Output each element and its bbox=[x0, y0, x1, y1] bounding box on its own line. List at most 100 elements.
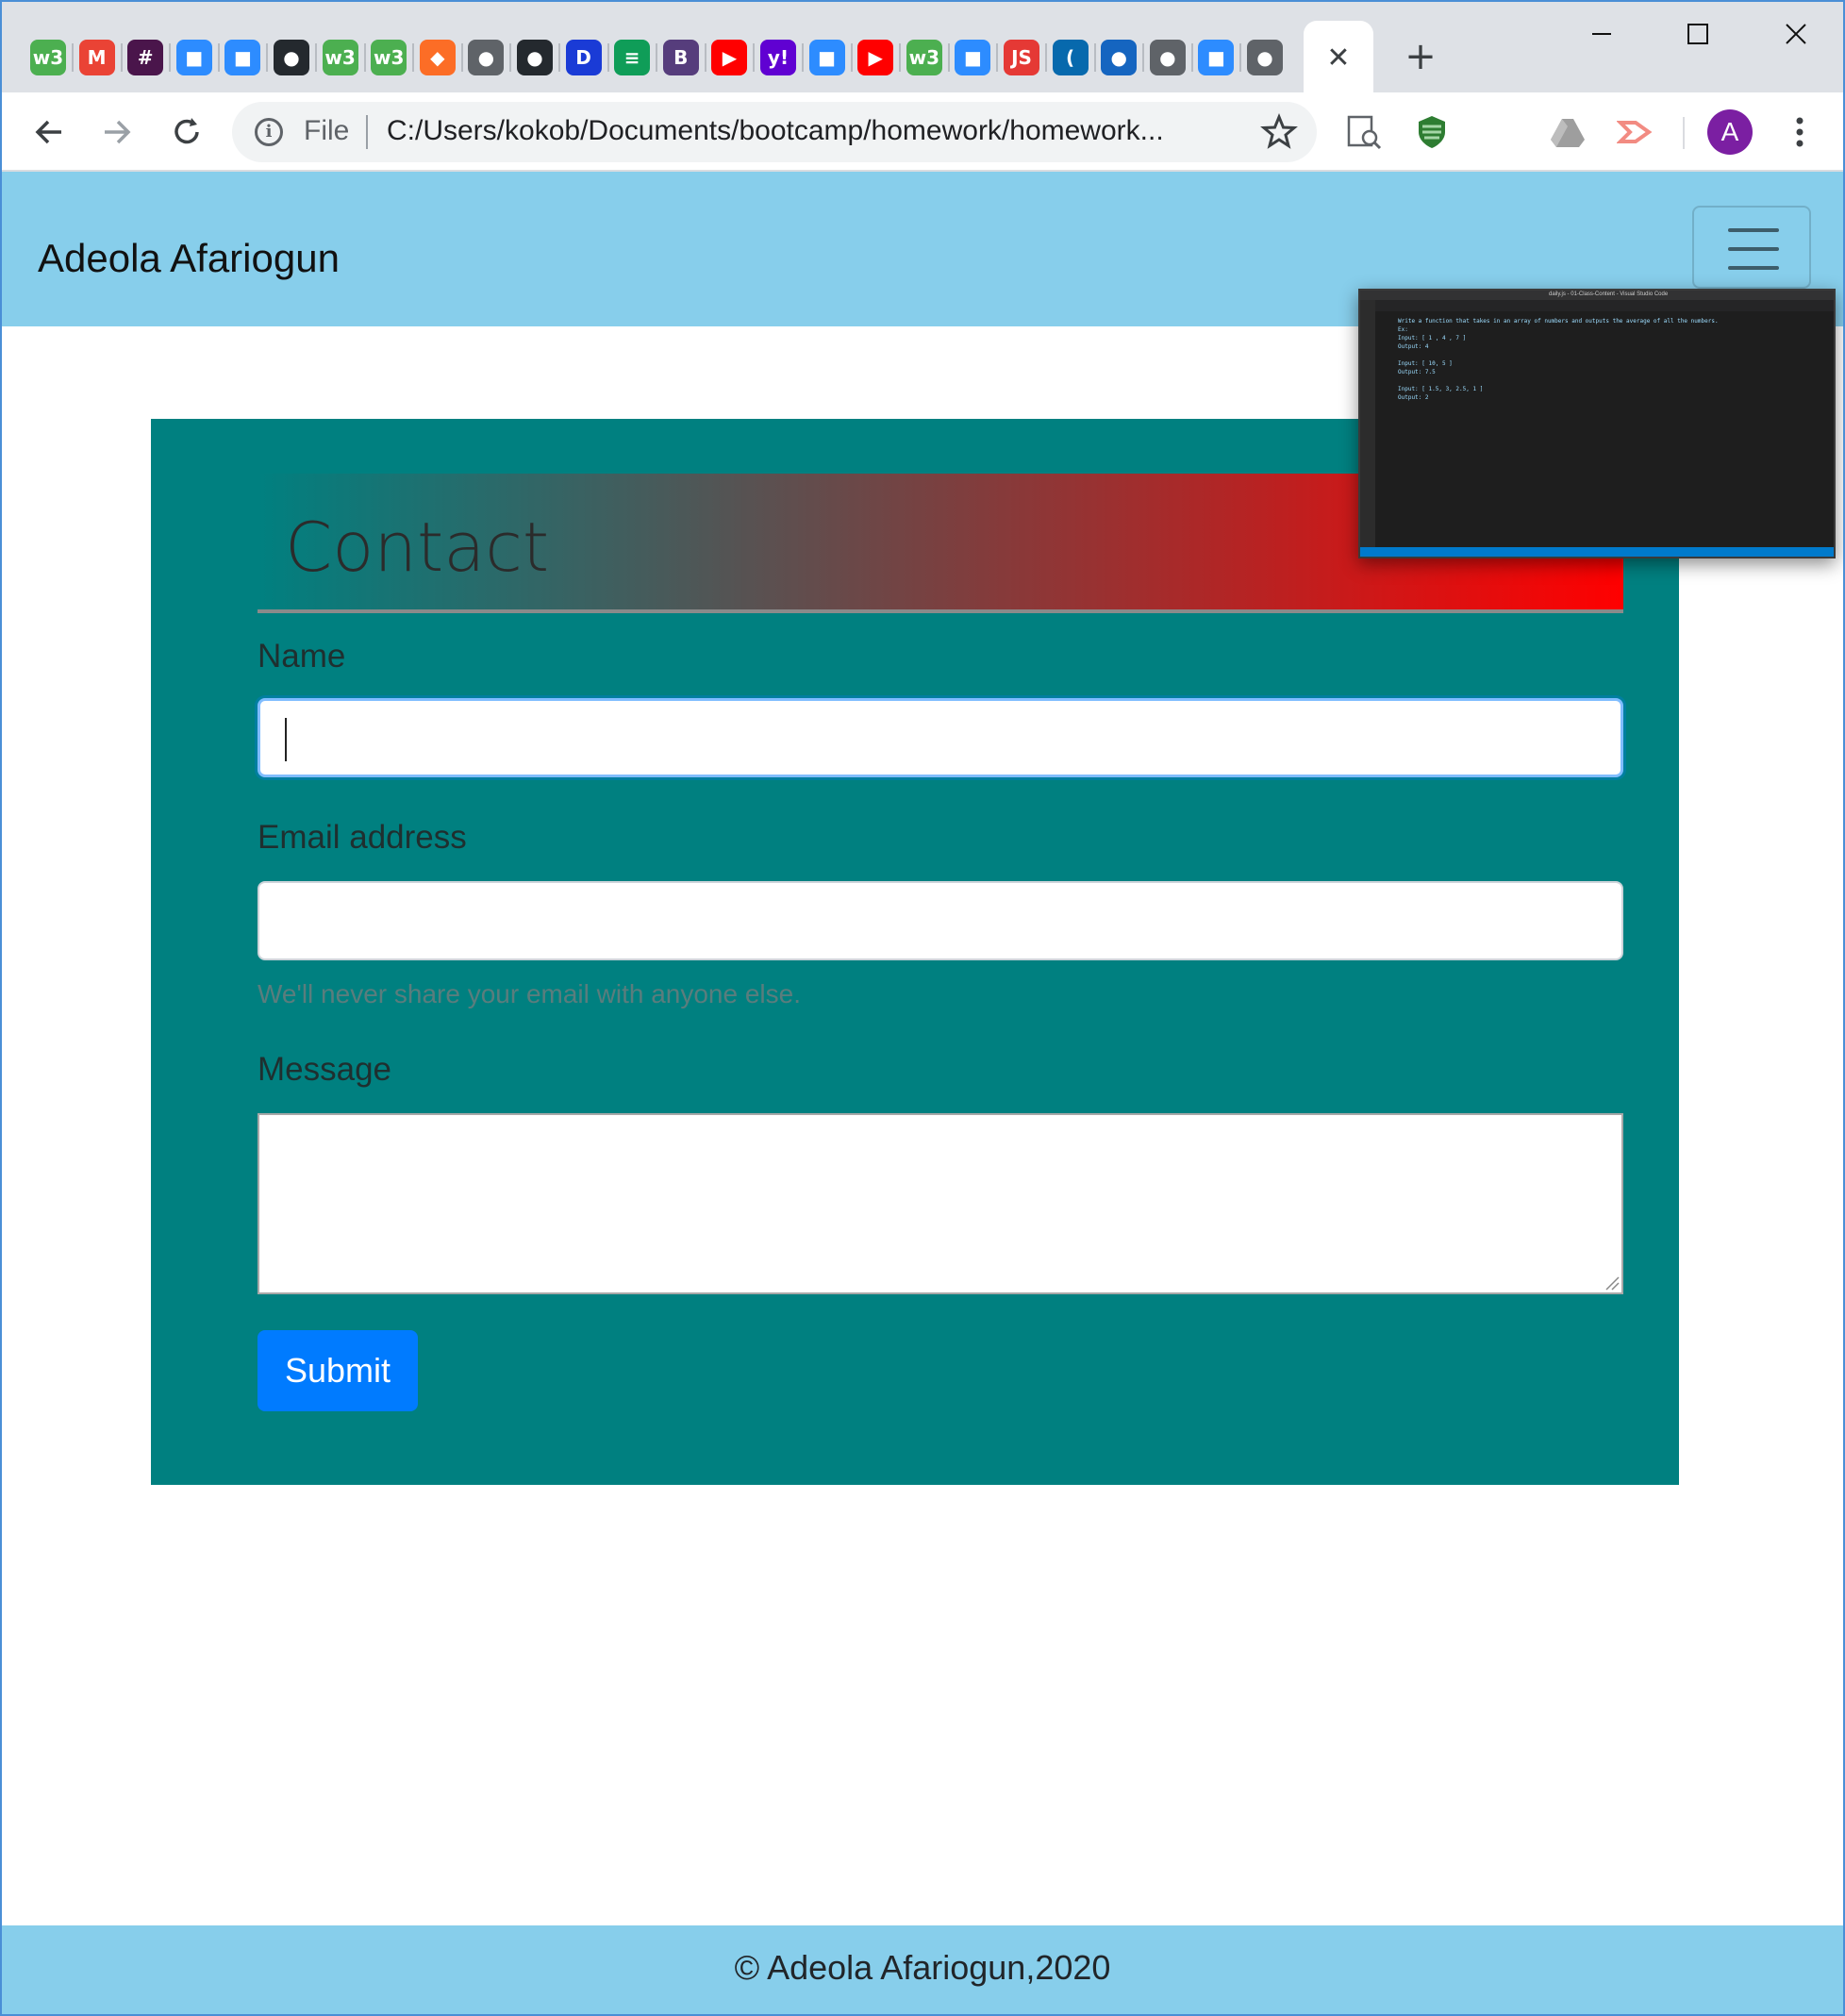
menu-button[interactable] bbox=[1777, 109, 1822, 155]
back-arrow-icon bbox=[35, 120, 61, 144]
disney-plus-icon[interactable]: D bbox=[565, 40, 602, 75]
tab-separator bbox=[72, 43, 74, 72]
email-input[interactable] bbox=[258, 881, 1623, 960]
youtube-icon[interactable]: ▶ bbox=[711, 40, 748, 75]
tab-separator bbox=[996, 43, 999, 72]
bootstrap-icon[interactable]: B bbox=[662, 40, 699, 75]
minimize-icon bbox=[1592, 33, 1611, 35]
back-button[interactable] bbox=[26, 109, 72, 155]
bookmark-star-icon[interactable] bbox=[1258, 111, 1300, 153]
preview-status-bar bbox=[1360, 547, 1834, 557]
globe-icon[interactable]: ● bbox=[1149, 40, 1186, 75]
github-icon[interactable]: ● bbox=[274, 40, 309, 75]
preview-title: daily.js - 01-Class-Content - Visual Stu… bbox=[1549, 292, 1669, 297]
email-help-text: We'll never share your email with anyone… bbox=[258, 979, 801, 1008]
tab-separator bbox=[947, 43, 950, 72]
name-input[interactable] bbox=[258, 698, 1623, 777]
tab-separator bbox=[802, 43, 804, 72]
message-textarea[interactable] bbox=[258, 1113, 1623, 1294]
zoom-icon[interactable]: ■ bbox=[1198, 40, 1235, 75]
gitlab-icon[interactable]: ◆ bbox=[419, 40, 456, 75]
cast-extension-button[interactable] bbox=[1613, 109, 1658, 155]
yahoo-icon[interactable]: y! bbox=[760, 40, 796, 75]
gmail-icon[interactable]: M bbox=[78, 40, 115, 75]
hamburger-line bbox=[1728, 247, 1779, 251]
profile-avatar[interactable]: A bbox=[1707, 109, 1753, 155]
tab-separator bbox=[217, 43, 220, 72]
footer-copyright: © Adeola Afariogun,2020 bbox=[734, 1948, 1111, 1987]
browser-toolbar: i File C:/Users/kokob/Documents/bootcamp… bbox=[2, 92, 1843, 172]
zoom-icon[interactable]: ■ bbox=[955, 40, 991, 75]
w3schools-icon[interactable]: w3 bbox=[322, 40, 358, 75]
contact-title: Contact bbox=[285, 508, 550, 587]
extension-shield-button[interactable] bbox=[1409, 109, 1454, 155]
search-tabs-button[interactable] bbox=[1341, 109, 1387, 155]
forward-arrow-icon bbox=[105, 120, 131, 144]
reload-button[interactable] bbox=[164, 109, 209, 155]
jquery-icon[interactable]: ( bbox=[1052, 40, 1089, 75]
tab-separator bbox=[509, 43, 512, 72]
w3schools-icon[interactable]: w3 bbox=[30, 40, 66, 75]
name-label: Name bbox=[258, 638, 346, 675]
tab-separator bbox=[1093, 43, 1096, 72]
tab-separator bbox=[850, 43, 853, 72]
tab-close-icon[interactable]: ✕ bbox=[1320, 40, 1357, 77]
close-window-button[interactable] bbox=[1768, 11, 1824, 58]
toolbar-divider bbox=[1683, 117, 1685, 149]
maximize-icon bbox=[1687, 24, 1708, 44]
new-tab-button[interactable]: + bbox=[1400, 36, 1441, 77]
github-icon[interactable]: ● bbox=[517, 40, 553, 75]
site-info-icon[interactable]: i bbox=[255, 118, 283, 146]
address-bar[interactable]: i File C:/Users/kokob/Documents/bootcamp… bbox=[232, 102, 1317, 162]
zoom-icon[interactable]: ■ bbox=[808, 40, 845, 75]
navbar-toggler-button[interactable] bbox=[1692, 206, 1811, 289]
hamburger-line bbox=[1728, 266, 1779, 270]
message-label: Message bbox=[258, 1051, 392, 1088]
navbar-brand[interactable]: Adeola Afariogun bbox=[38, 236, 340, 281]
tab-separator bbox=[899, 43, 902, 72]
zoom-icon[interactable]: ■ bbox=[224, 40, 261, 75]
tab-separator bbox=[412, 43, 415, 72]
header-divider bbox=[258, 609, 1623, 613]
tab-separator bbox=[1239, 43, 1242, 72]
text-caret bbox=[285, 718, 287, 761]
search-page-icon bbox=[1347, 115, 1382, 150]
tab-separator bbox=[656, 43, 658, 72]
preview-titlebar: daily.js - 01-Class-Content - Visual Stu… bbox=[1360, 291, 1834, 300]
url-text[interactable]: C:/Users/kokob/Documents/bootcamp/homewo… bbox=[387, 115, 1179, 147]
preview-activity-bar bbox=[1360, 300, 1375, 551]
scheme-label: File bbox=[304, 115, 350, 146]
submit-button[interactable]: Submit bbox=[258, 1330, 418, 1411]
slack-icon[interactable]: # bbox=[127, 40, 164, 75]
maximize-button[interactable] bbox=[1670, 11, 1726, 58]
youtube-icon[interactable]: ▶ bbox=[857, 40, 894, 75]
globe-icon[interactable]: ● bbox=[1101, 40, 1138, 75]
zoom-icon[interactable]: ■ bbox=[175, 40, 212, 75]
tab-separator bbox=[460, 43, 463, 72]
globe-icon[interactable]: ● bbox=[1247, 40, 1283, 75]
forward-button[interactable] bbox=[94, 109, 140, 155]
email-label: Email address bbox=[258, 819, 467, 856]
tab-separator bbox=[1190, 43, 1193, 72]
tab-separator bbox=[1045, 43, 1047, 72]
more-vert-icon bbox=[1796, 117, 1803, 147]
vscode-preview-thumbnail[interactable]: daily.js - 01-Class-Content - Visual Stu… bbox=[1358, 289, 1836, 558]
javascript-icon[interactable]: JS bbox=[1004, 40, 1039, 75]
globe-icon[interactable]: ● bbox=[468, 40, 505, 75]
resize-grip-icon[interactable] bbox=[1603, 1274, 1620, 1291]
w3schools-icon[interactable]: w3 bbox=[371, 40, 407, 75]
tab-separator bbox=[363, 43, 366, 72]
tab-separator bbox=[558, 43, 560, 72]
google-drive-icon bbox=[1551, 119, 1585, 147]
tab-separator bbox=[753, 43, 756, 72]
preview-code: Write a function that takes in an array … bbox=[1398, 318, 1719, 401]
w3schools-icon[interactable]: w3 bbox=[906, 40, 942, 75]
tab-strip: w3 M # ■ ■ ● w3 w3 ◆ ● ● D ≡ B ▶ y! ■ ▶ w3 ■ JS ( ● ● ■ ● ✕ + bbox=[2, 2, 1843, 92]
tab-separator bbox=[607, 43, 609, 72]
footer: © Adeola Afariogun,2020 bbox=[2, 1925, 1843, 2014]
google-drive-button[interactable] bbox=[1545, 109, 1590, 155]
google-sheets-icon[interactable]: ≡ bbox=[614, 40, 651, 75]
minimize-button[interactable] bbox=[1573, 11, 1630, 58]
preview-editor-tabs bbox=[1375, 300, 1834, 311]
shield-extension-icon bbox=[1419, 116, 1445, 148]
